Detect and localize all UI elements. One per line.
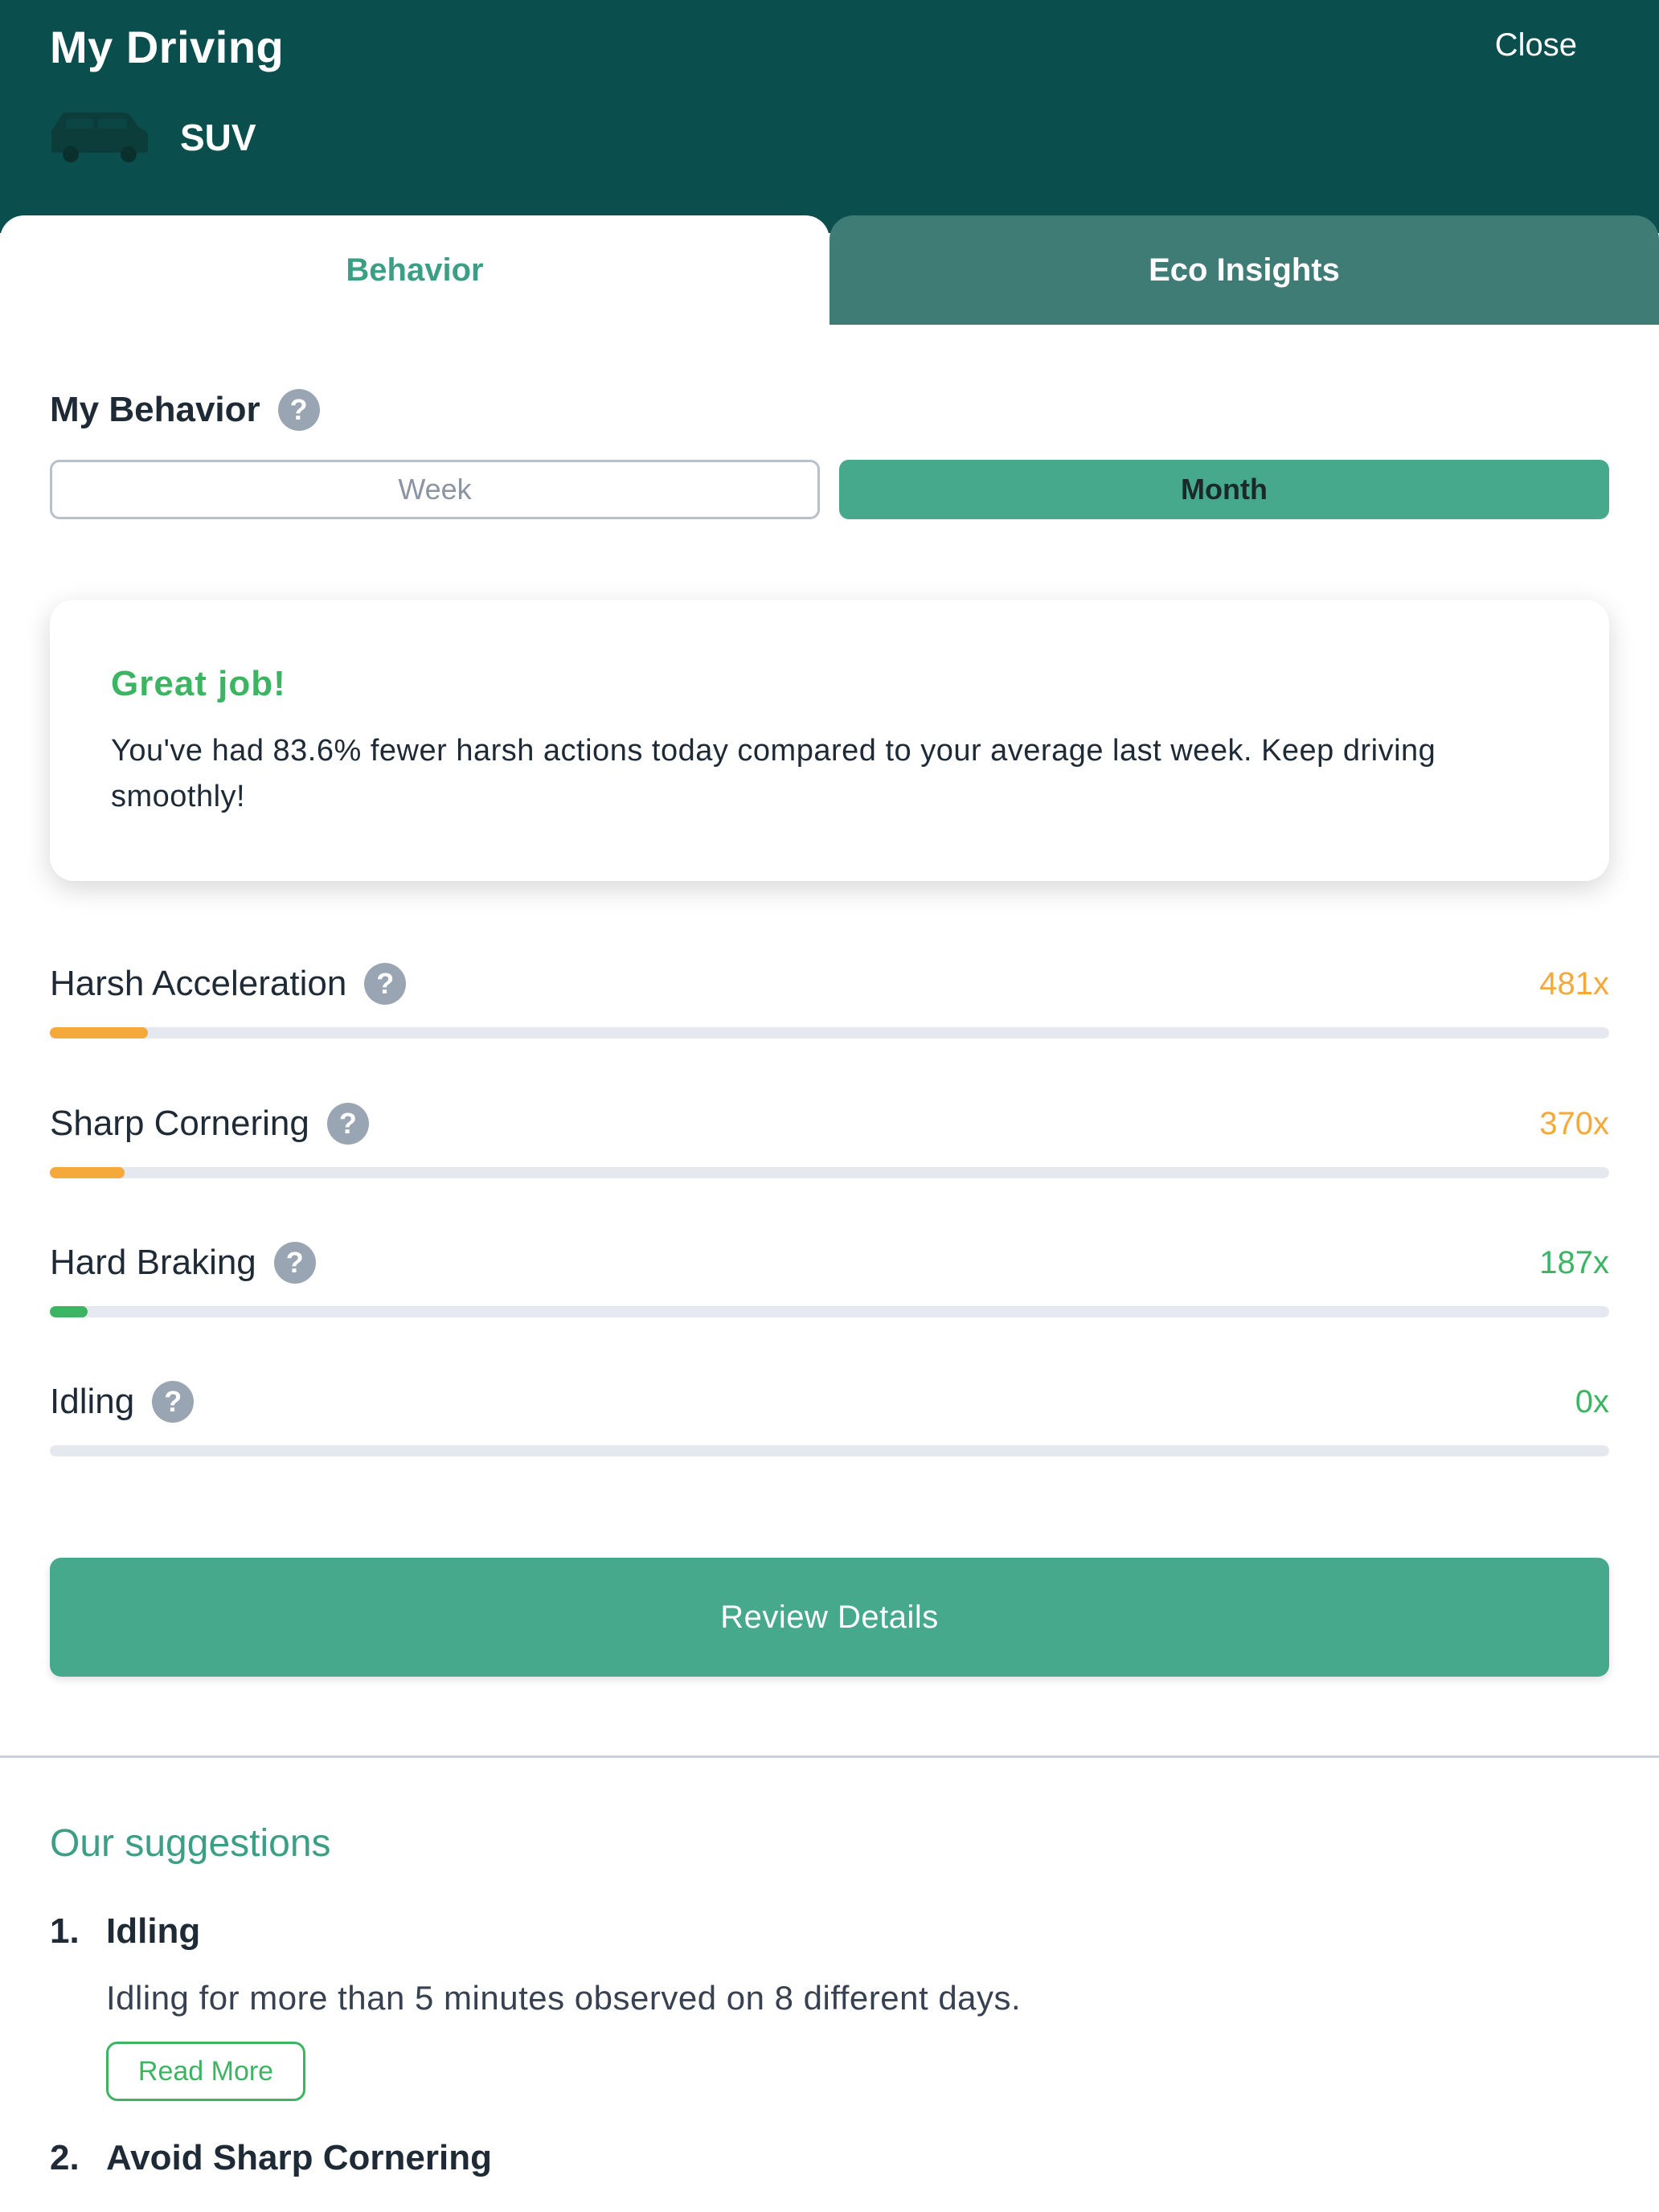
progress-bar bbox=[50, 1306, 1609, 1317]
feedback-card: Great job! You've had 83.6% fewer harsh … bbox=[50, 600, 1609, 881]
vehicle-type: SUV bbox=[180, 117, 256, 158]
help-icon[interactable]: ? bbox=[273, 1242, 316, 1284]
my-driving-screen: My Driving Close SUV Behavior Eco Insigh… bbox=[0, 0, 1659, 2212]
metric-harsh-acceleration: Harsh Acceleration ? 481x bbox=[50, 963, 1609, 1059]
suggestion-title: Avoid Sharp Cornering bbox=[106, 2138, 492, 2177]
help-icon[interactable]: ? bbox=[364, 963, 407, 1005]
metric-label: Harsh Acceleration bbox=[50, 964, 347, 1003]
page-title: My Driving bbox=[50, 22, 285, 72]
progress-bar bbox=[50, 1027, 1609, 1038]
period-month-button[interactable]: Month bbox=[839, 460, 1609, 519]
metric-sharp-cornering: Sharp Cornering ? 370x bbox=[50, 1103, 1609, 1199]
my-behavior-heading: My Behavior ? bbox=[50, 389, 320, 431]
help-icon[interactable]: ? bbox=[326, 1103, 369, 1145]
metric-value: 481x bbox=[1539, 966, 1609, 1002]
period-week-button[interactable]: Week bbox=[50, 460, 820, 519]
suggestion-title: Idling bbox=[106, 1911, 201, 1951]
read-more-button[interactable]: Read More bbox=[106, 2042, 305, 2101]
progress-fill bbox=[50, 1027, 149, 1038]
metric-idling: Idling ? 0x bbox=[50, 1381, 1609, 1477]
divider bbox=[0, 1755, 1659, 1758]
suggestions-title: Our suggestions bbox=[50, 1822, 331, 1865]
metric-value: 370x bbox=[1539, 1106, 1609, 1141]
close-button[interactable]: Close bbox=[1495, 27, 1577, 63]
progress-bar bbox=[50, 1167, 1609, 1178]
metric-label: Hard Braking bbox=[50, 1243, 256, 1282]
metric-hard-braking: Hard Braking ? 187x bbox=[50, 1242, 1609, 1338]
tab-eco-insights[interactable]: Eco Insights bbox=[830, 215, 1659, 325]
metric-value: 187x bbox=[1539, 1245, 1609, 1280]
metric-label: Sharp Cornering bbox=[50, 1104, 309, 1143]
help-icon[interactable]: ? bbox=[277, 389, 320, 431]
progress-fill bbox=[50, 1167, 125, 1178]
car-icon bbox=[51, 113, 148, 162]
review-details-button[interactable]: Review Details bbox=[50, 1558, 1609, 1677]
suggestion-description: Idling for more than 5 minutes observed … bbox=[106, 1979, 1022, 2017]
progress-fill bbox=[50, 1306, 88, 1317]
metric-value: 0x bbox=[1575, 1384, 1609, 1419]
suggestion-number: 1. bbox=[50, 1911, 80, 1951]
progress-bar bbox=[50, 1445, 1609, 1456]
help-icon[interactable]: ? bbox=[152, 1381, 195, 1423]
suggestion-number: 2. bbox=[50, 2138, 80, 2177]
section-title: My Behavior bbox=[50, 390, 260, 429]
metric-label: Idling bbox=[50, 1382, 135, 1421]
header: My Driving Close SUV bbox=[0, 0, 1659, 233]
feedback-body: You've had 83.6% fewer harsh actions tod… bbox=[111, 734, 1436, 813]
feedback-title: Great job! bbox=[111, 664, 286, 703]
tab-behavior[interactable]: Behavior bbox=[0, 215, 830, 325]
